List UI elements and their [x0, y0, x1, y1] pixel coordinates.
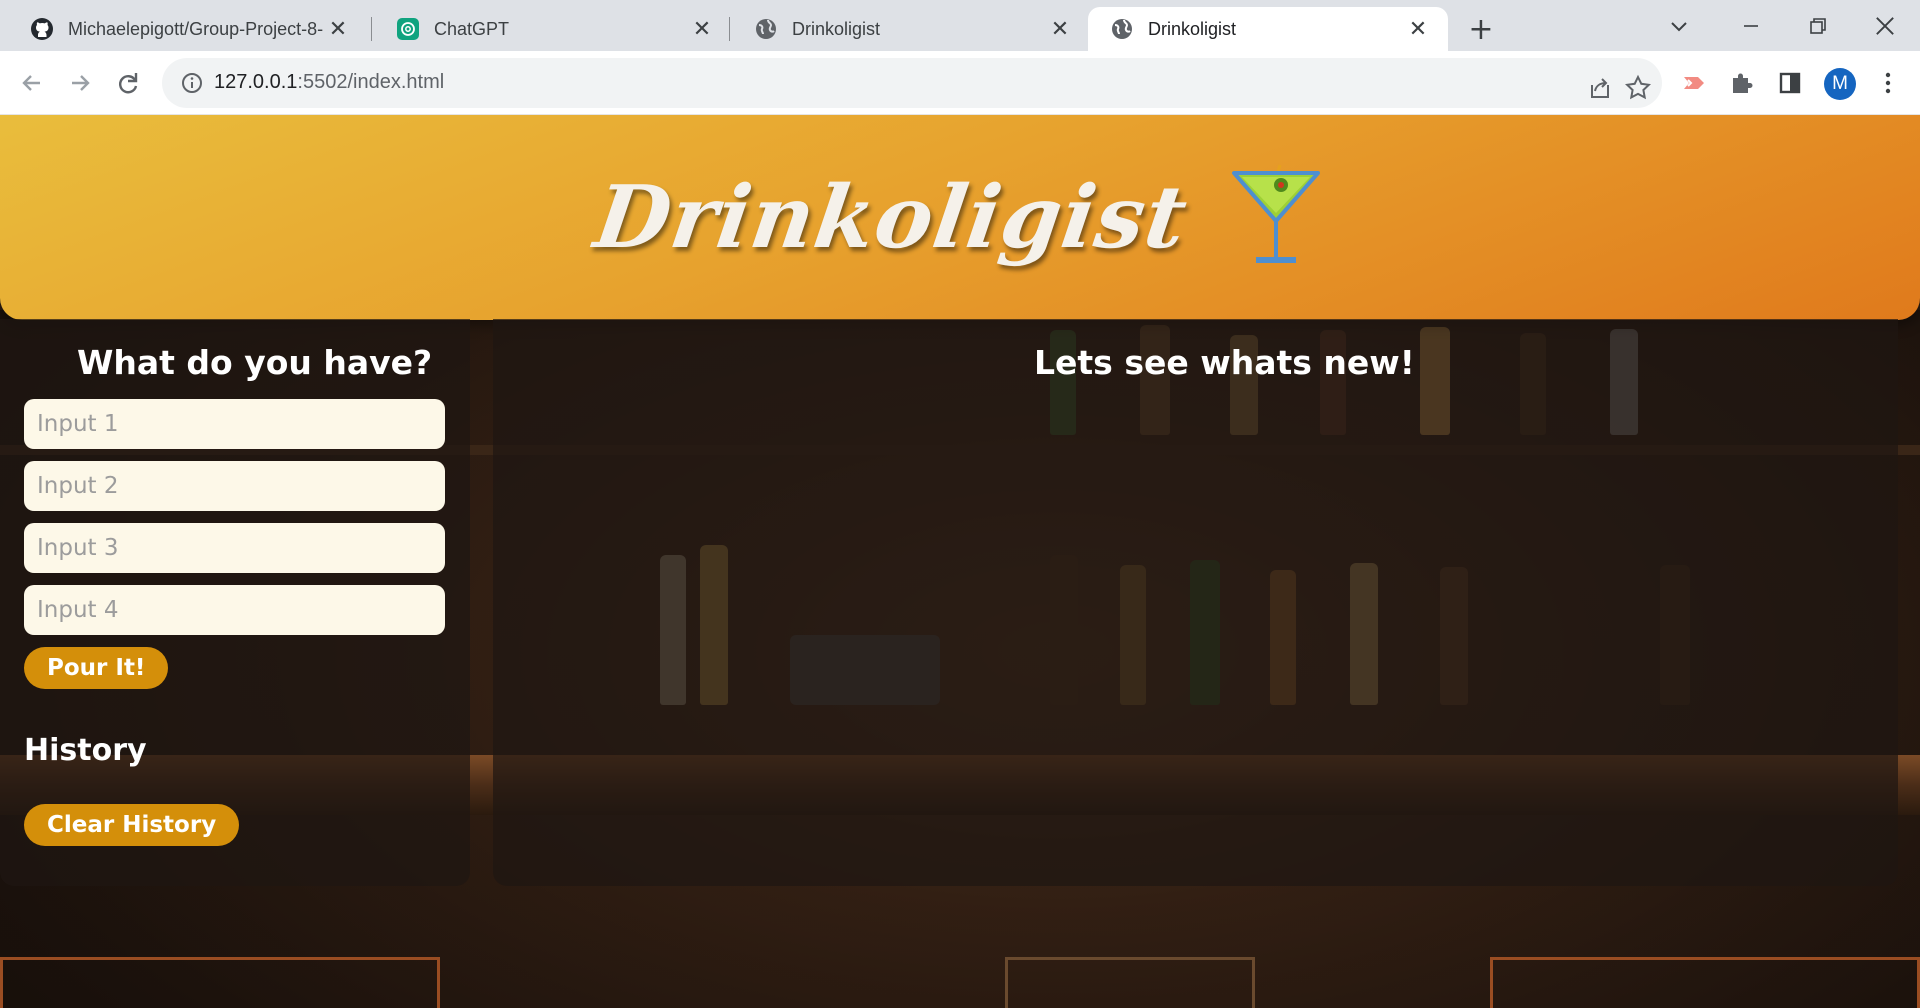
tab-drinkoligist-active[interactable]: Drinkoligist ✕	[1088, 7, 1448, 51]
ingredient-input-3[interactable]	[24, 523, 445, 573]
close-icon[interactable]: ✕	[1048, 16, 1072, 42]
profile-avatar[interactable]: M	[1824, 68, 1856, 100]
tab-search-chevron-icon[interactable]	[1664, 14, 1694, 38]
results-panel: Lets see whats new!	[493, 319, 1898, 886]
chatgpt-icon	[397, 18, 419, 40]
reload-icon[interactable]	[108, 63, 148, 103]
globe-icon	[1112, 19, 1132, 39]
clear-history-button[interactable]: Clear History	[24, 804, 240, 846]
extensions-puzzle-icon[interactable]	[1724, 65, 1760, 101]
forward-arrow-icon[interactable]	[60, 63, 100, 103]
tab-title: Drinkoligist	[792, 18, 881, 39]
close-icon[interactable]: ✕	[1406, 16, 1430, 42]
martini-icon	[1232, 164, 1321, 263]
tab-title: Drinkoligist	[1148, 18, 1237, 39]
menu-kebab-icon[interactable]	[1870, 65, 1906, 101]
site-header: Drinkoligist	[0, 115, 1920, 320]
tab-title: Michaelepigott/Group-Project-8-	[68, 18, 324, 39]
results-heading: Lets see whats new!	[1034, 343, 1415, 382]
site-logo-text: Drinkoligist	[588, 167, 1194, 268]
tab-github[interactable]: Michaelepigott/Group-Project-8- ✕	[8, 7, 368, 51]
history-heading: History	[24, 733, 147, 768]
bookmark-star-icon[interactable]	[1620, 70, 1656, 106]
new-tab-button[interactable]: +	[1466, 12, 1496, 47]
restore-icon[interactable]	[1803, 14, 1833, 38]
close-icon[interactable]: ✕	[326, 16, 350, 42]
page-viewport: Drinkoligist What do you have? Pour It! …	[0, 115, 1920, 1008]
window-close-icon[interactable]	[1870, 12, 1900, 40]
bar-panel	[1005, 957, 1255, 1008]
url-host: 127.0.0.1	[214, 71, 298, 93]
site-info-icon[interactable]	[180, 71, 204, 95]
tab-drinkoligist[interactable]: Drinkoligist ✕	[732, 7, 1090, 51]
share-icon[interactable]	[1582, 70, 1618, 106]
tab-chatgpt[interactable]: ChatGPT ✕	[374, 7, 732, 51]
ingredients-panel: What do you have? Pour It! History Clear…	[0, 319, 470, 886]
tab-title: ChatGPT	[434, 18, 510, 39]
globe-icon	[756, 19, 776, 39]
pour-it-button[interactable]: Pour It!	[24, 647, 169, 689]
browser-toolbar: 127.0.0.1:5502/index.html M	[0, 51, 1920, 115]
ingredient-input-2[interactable]	[24, 461, 445, 511]
tab-separator	[729, 17, 730, 41]
bar-panel	[0, 957, 440, 1008]
ingredient-input-4[interactable]	[24, 585, 445, 635]
url-path: :5502/index.html	[297, 71, 445, 93]
close-icon[interactable]: ✕	[690, 16, 714, 42]
browser-tab-strip: Michaelepigott/Group-Project-8- ✕ ChatGP…	[0, 0, 1920, 51]
bar-panel	[1490, 957, 1920, 1008]
ingredient-input-1[interactable]	[24, 399, 445, 449]
tab-separator	[371, 17, 372, 41]
extension-red-icon[interactable]	[1676, 65, 1712, 101]
url-text[interactable]: 127.0.0.1:5502/index.html	[214, 71, 444, 94]
address-bar[interactable]: 127.0.0.1:5502/index.html	[162, 58, 1662, 108]
back-arrow-icon[interactable]	[12, 63, 52, 103]
ingredients-heading: What do you have?	[77, 343, 433, 382]
side-panel-icon[interactable]	[1772, 65, 1808, 101]
minimize-icon[interactable]	[1736, 14, 1766, 38]
github-icon	[31, 18, 53, 40]
